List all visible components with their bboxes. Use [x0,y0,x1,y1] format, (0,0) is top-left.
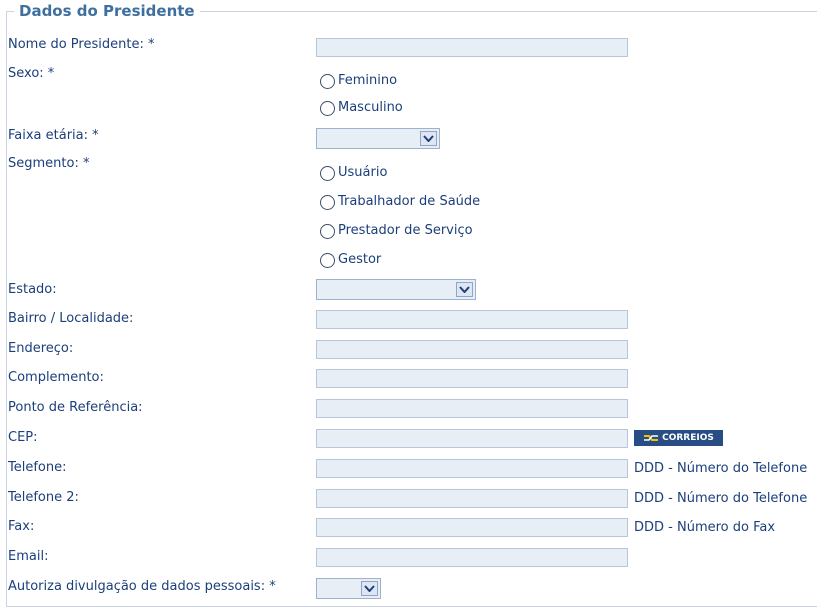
sexo-label: Sexo: * [8,66,55,81]
faixa-label: Faixa etária: * [8,128,99,143]
bairro-label: Bairro / Localidade: [8,311,134,326]
email-label: Email: [8,549,49,564]
email-input[interactable] [316,548,628,567]
radio-gestor[interactable]: Gestor [320,252,381,268]
fax-input[interactable] [316,518,628,537]
nome-label: Nome do Presidente: * [8,37,155,52]
endereco-label: Endereço: [8,341,74,356]
fax-label: Fax: [8,519,35,534]
radio-usuario[interactable]: Usuário [320,165,387,181]
estado-select[interactable] [316,279,476,300]
estado-label: Estado: [8,282,57,297]
radio-trabalhador[interactable]: Trabalhador de Saúde [320,194,480,210]
correios-icon [644,435,659,441]
radio-icon[interactable] [320,194,335,210]
radio-usuario-label: Usuário [338,165,388,180]
radio-icon[interactable] [320,73,335,89]
radio-icon[interactable] [320,100,335,116]
telefone2-hint: DDD - Número do Telefone [634,491,808,506]
chevron-down-icon[interactable] [456,282,473,297]
radio-gestor-label: Gestor [338,252,382,267]
telefone2-input[interactable] [316,489,628,508]
radio-feminino[interactable]: Feminino [320,73,397,89]
radio-prestador[interactable]: Prestador de Serviço [320,223,473,239]
autoriza-label: Autoriza divulgação de dados pessoais: * [8,579,276,594]
section-title: Dados do Presidente [14,2,200,20]
telefone-input[interactable] [316,459,628,478]
chevron-down-icon[interactable] [361,581,378,596]
faixa-select[interactable] [316,128,440,149]
complemento-input[interactable] [316,369,628,388]
chevron-down-icon[interactable] [420,131,437,146]
referencia-input[interactable] [316,399,628,418]
radio-icon[interactable] [320,165,335,181]
cep-label: CEP: [8,430,38,445]
correios-logo[interactable]: CORREIOS [634,430,723,446]
telefone-label: Telefone: [8,460,67,475]
radio-feminino-label: Feminino [338,73,398,88]
fax-hint: DDD - Número do Fax [634,520,776,535]
nome-input[interactable] [316,38,628,57]
telefone-hint: DDD - Número do Telefone [634,461,808,476]
telefone2-label: Telefone 2: [8,490,79,505]
referencia-label: Ponto de Referência: [8,400,143,415]
autoriza-select[interactable] [316,578,381,599]
correios-label: CORREIOS [662,433,714,443]
radio-icon[interactable] [320,252,335,268]
endereco-input[interactable] [316,340,628,359]
radio-prestador-label: Prestador de Serviço [338,223,473,238]
cep-input[interactable] [316,429,628,448]
radio-icon[interactable] [320,223,335,239]
segmento-label: Segmento: * [8,156,90,171]
bairro-input[interactable] [316,310,628,329]
complemento-label: Complemento: [8,370,104,385]
radio-trabalhador-label: Trabalhador de Saúde [338,194,481,209]
radio-masculino-label: Masculino [338,100,403,115]
radio-masculino[interactable]: Masculino [320,100,403,116]
